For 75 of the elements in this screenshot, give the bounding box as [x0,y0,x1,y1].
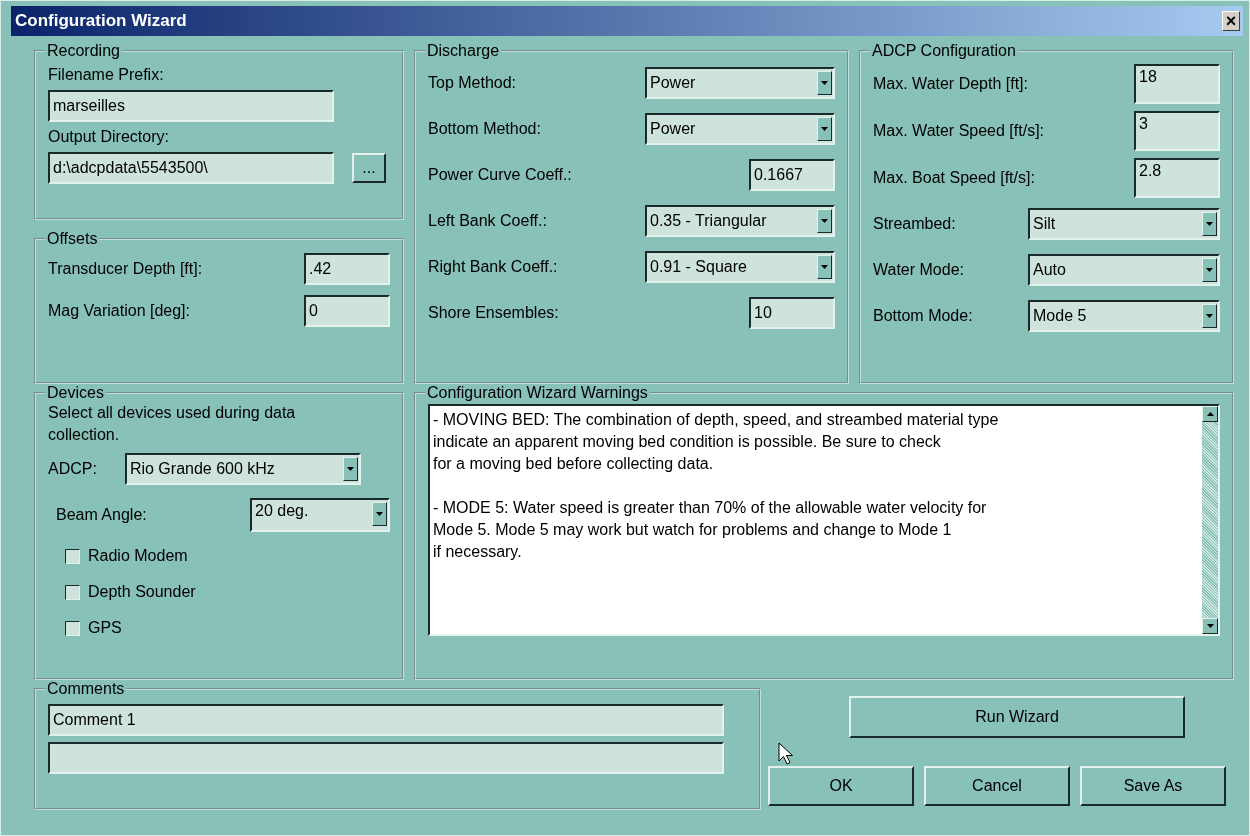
field-label: Mag Variation [deg]: [48,302,190,320]
group-title: Discharge [426,42,501,60]
field-label: Filename Prefix: [48,66,165,84]
dropdown[interactable]: Auto [1028,254,1220,286]
field-label: Max. Water Speed [ft/s]: [873,121,1045,140]
comment-field[interactable] [48,742,724,774]
field-label: Power Curve Coeff.: [428,166,572,184]
field-label: Beam Angle: [56,506,147,524]
dialog-button[interactable]: Save As [1080,766,1226,806]
group-title: Comments [46,680,126,698]
text-field[interactable]: 3 [1134,110,1220,151]
dropdown[interactable]: Rio Grande 600 kHz [124,453,361,485]
group-title: ADCP Configuration [871,42,1017,60]
checkbox-label: Depth Sounder [88,583,196,601]
group-title: Offsets [46,230,99,248]
dropdown[interactable]: Mode 5 [1028,300,1220,332]
dropdown[interactable]: 20 deg. [250,498,390,532]
checkbox[interactable] [65,584,80,600]
dropdown[interactable]: 0.35 - Triangular [645,205,835,237]
group-title: Recording [46,42,121,60]
field-label: Bottom Method: [428,120,541,138]
warning-message: - MODE 5: Water speed is greater than 70% of the allowable water velocity for Mode 5. Mode 5 may work but watch for problems and change to Mode 1 if necessary. [433,498,988,562]
comment-field[interactable]: Comment 1 [48,704,724,736]
field-label: Water Mode: [873,261,964,279]
caret-icon [1206,314,1213,318]
caret-icon [821,81,828,85]
scroll-bar[interactable] [1202,406,1218,634]
caret-icon [821,265,828,269]
field-label: Max. Water Depth [ft]: [873,74,1028,93]
caret-icon [1206,268,1213,272]
field-label: Bottom Mode: [873,307,973,325]
dialog-button[interactable]: OK [768,766,914,806]
caret-icon [376,512,383,516]
dropdown[interactable]: Power [645,67,835,99]
dropdown[interactable]: 0.91 - Square [645,251,835,283]
dropdown[interactable]: Power [645,113,835,145]
text-field[interactable]: 2.8 [1134,157,1220,198]
caret-icon [1206,222,1213,226]
field-label: Streambed: [873,215,956,233]
group-title: Configuration Wizard Warnings [426,384,649,402]
checkbox-label: GPS [88,619,122,637]
field-label: Top Method: [428,74,517,92]
checkbox-label: Radio Modem [88,547,188,565]
browse-button[interactable]: ... [352,153,386,183]
text-field[interactable]: 0 [304,295,390,327]
field-label: Transducer Depth [ft]: [48,260,203,278]
instructions-text: Select all devices used during data collection. [48,403,297,445]
field-label: ADCP: [48,460,97,478]
text-field[interactable]: 0.1667 [749,159,835,191]
text-field[interactable]: 18 [1134,63,1220,104]
caret-icon [821,127,828,131]
text-field[interactable]: .42 [304,253,390,285]
field-label: Right Bank Coeff.: [428,258,558,276]
scroll-down-icon[interactable] [1206,624,1214,628]
text-field[interactable]: marseilles [48,90,334,122]
text-field[interactable]: 10 [749,297,835,329]
field-label: Left Bank Coeff.: [428,212,547,230]
field-label: Max. Boat Speed [ft/s]: [873,168,1035,187]
caret-icon [821,219,828,223]
group-title: Devices [46,384,105,402]
dialog-button[interactable]: Cancel [924,766,1070,806]
field-label: Shore Ensembles: [428,304,559,322]
checkbox[interactable] [65,548,80,564]
caret-icon [346,467,354,471]
mouse-pointer-icon [778,742,794,766]
window-title: Configuration Wizard [15,11,187,31]
text-field[interactable]: d:\adcpdata\5543500\ [48,152,334,184]
field-label: Output Directory: [48,128,170,146]
run-wizard-button[interactable]: Run Wizard [849,696,1185,738]
scroll-up-icon[interactable] [1206,412,1214,416]
dropdown[interactable]: Silt [1028,208,1220,240]
checkbox[interactable] [65,620,80,636]
warnings-text-area[interactable] [428,404,1220,636]
close-button[interactable]: × [1222,11,1240,31]
warning-message: - MOVING BED: The combination of depth, speed, and streambed material type indicate an apparent moving bed condition is possible. Be sure to check for a moving bed before collecting data. [433,410,1000,474]
